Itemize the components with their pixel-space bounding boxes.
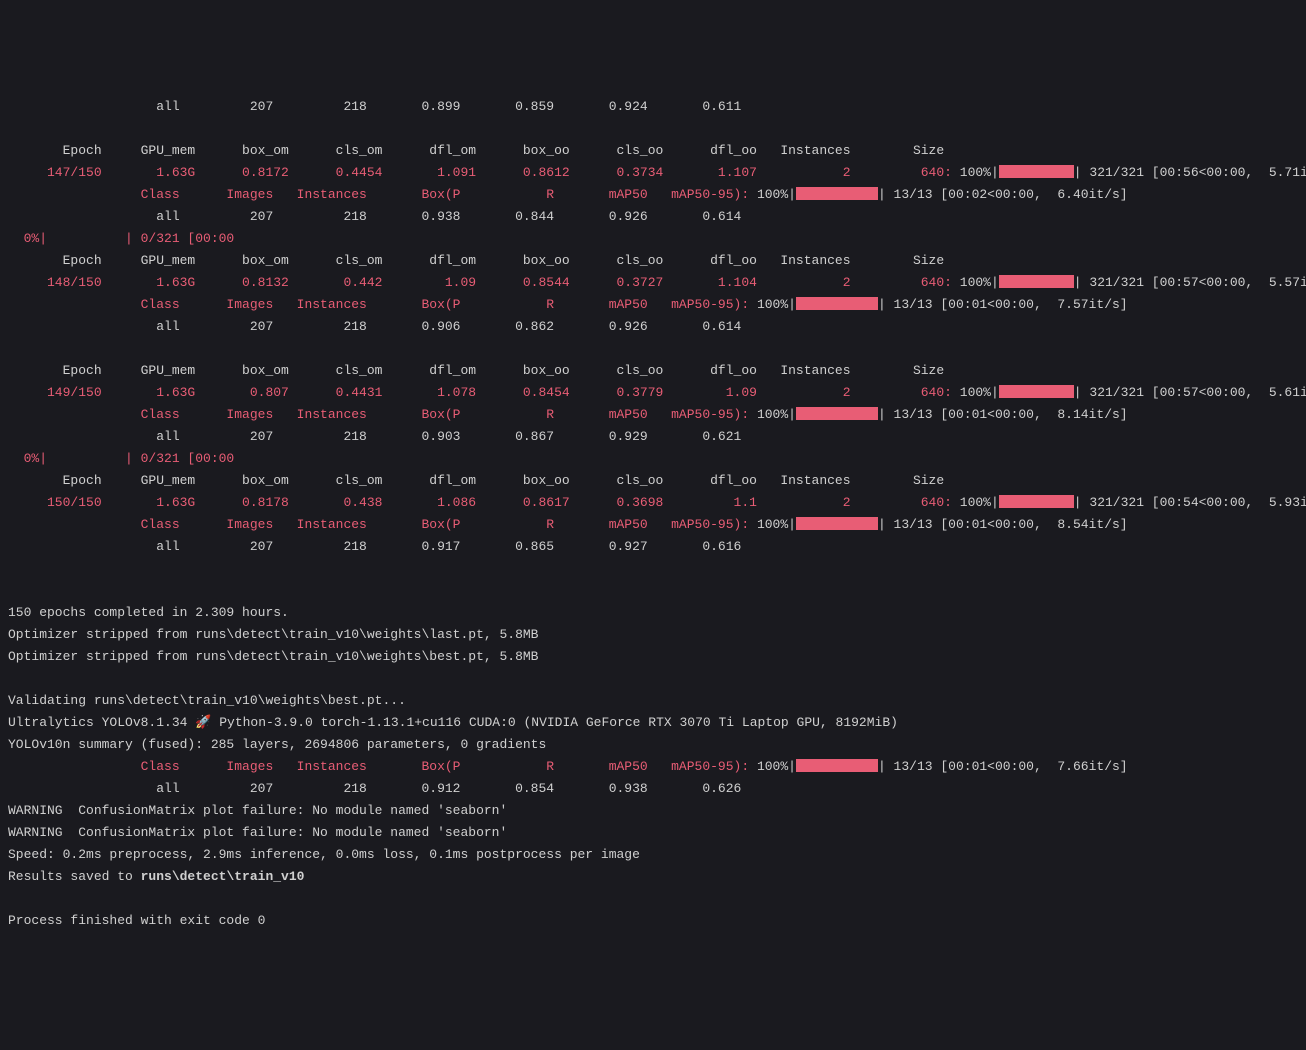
terminal-output: all 207 218 0.899 0.859 0.924 0.611 Epoc…: [8, 96, 1298, 932]
